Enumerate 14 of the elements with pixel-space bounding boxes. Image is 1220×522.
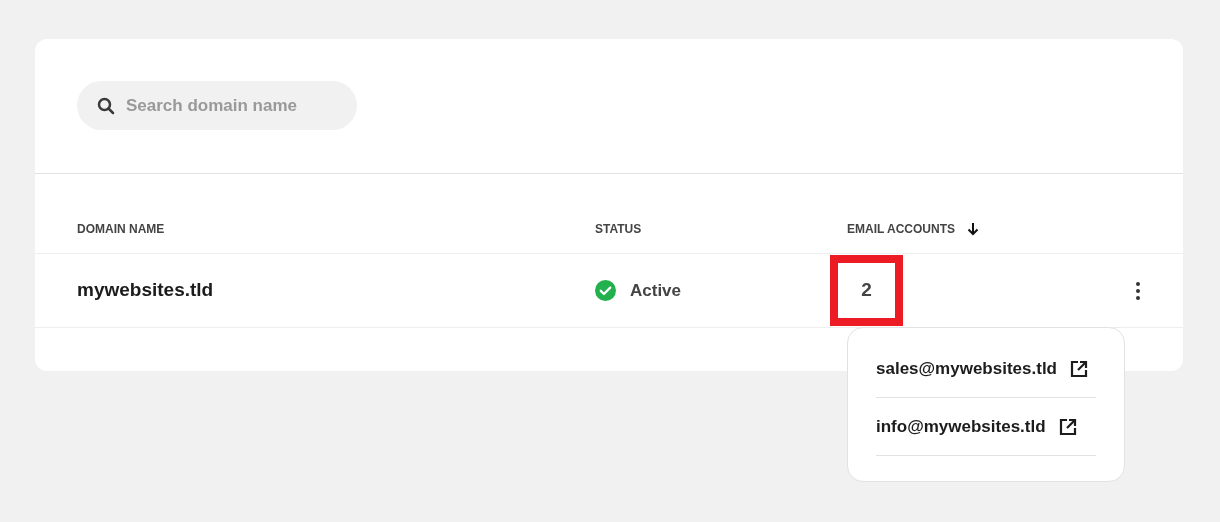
external-link-icon [1069, 358, 1089, 379]
domain-name: mywebsites.tld [77, 279, 214, 301]
check-circle-icon [595, 280, 616, 301]
email-link[interactable]: sales@mywebsites.tld [876, 355, 1057, 382]
more-options-button[interactable] [1135, 281, 1141, 300]
column-header: DOMAIN NAME [77, 220, 165, 238]
search-field[interactable]: Search domain name [77, 81, 357, 130]
search-icon [97, 97, 115, 115]
column-header: EMAIL ACCOUNTS [847, 220, 955, 238]
column-header: STATUS [595, 220, 642, 238]
email-link[interactable]: info@mywebsites.tld [876, 413, 1046, 440]
external-link-icon [1057, 416, 1078, 437]
status-label: Active [630, 279, 682, 302]
sort-arrow-icon[interactable] [967, 221, 979, 236]
